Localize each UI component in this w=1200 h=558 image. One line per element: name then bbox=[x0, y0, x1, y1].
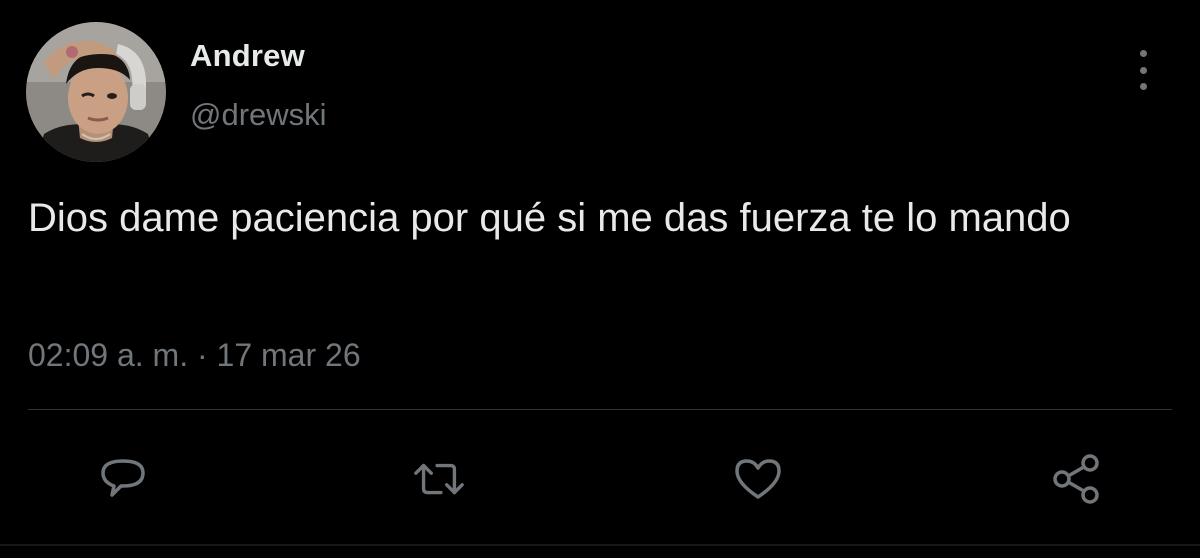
more-options-icon[interactable] bbox=[1128, 50, 1158, 90]
retweet-button[interactable] bbox=[412, 452, 466, 506]
dot-icon bbox=[1139, 83, 1147, 90]
tweet-text: Dios dame paciencia por qué si me das fu… bbox=[28, 196, 1071, 240]
divider bbox=[28, 409, 1172, 410]
comment-bubble-icon bbox=[101, 459, 145, 497]
like-button[interactable] bbox=[731, 452, 785, 506]
retweet-arrows-icon bbox=[414, 463, 464, 495]
author-handle[interactable]: @drewski bbox=[190, 97, 327, 133]
share-nodes-icon bbox=[1053, 454, 1099, 504]
author-display-name[interactable]: Andrew bbox=[190, 38, 305, 74]
reply-button[interactable] bbox=[96, 452, 150, 506]
heart-icon bbox=[735, 459, 781, 499]
share-button[interactable] bbox=[1050, 452, 1104, 506]
avatar-photo bbox=[26, 22, 166, 162]
dot-icon bbox=[1139, 66, 1147, 74]
dot-icon bbox=[1139, 50, 1147, 57]
tweet-timestamp[interactable]: 02:09 a. m. · 17 mar 26 bbox=[28, 337, 361, 374]
bottom-divider bbox=[0, 544, 1200, 546]
avatar[interactable] bbox=[26, 22, 166, 162]
